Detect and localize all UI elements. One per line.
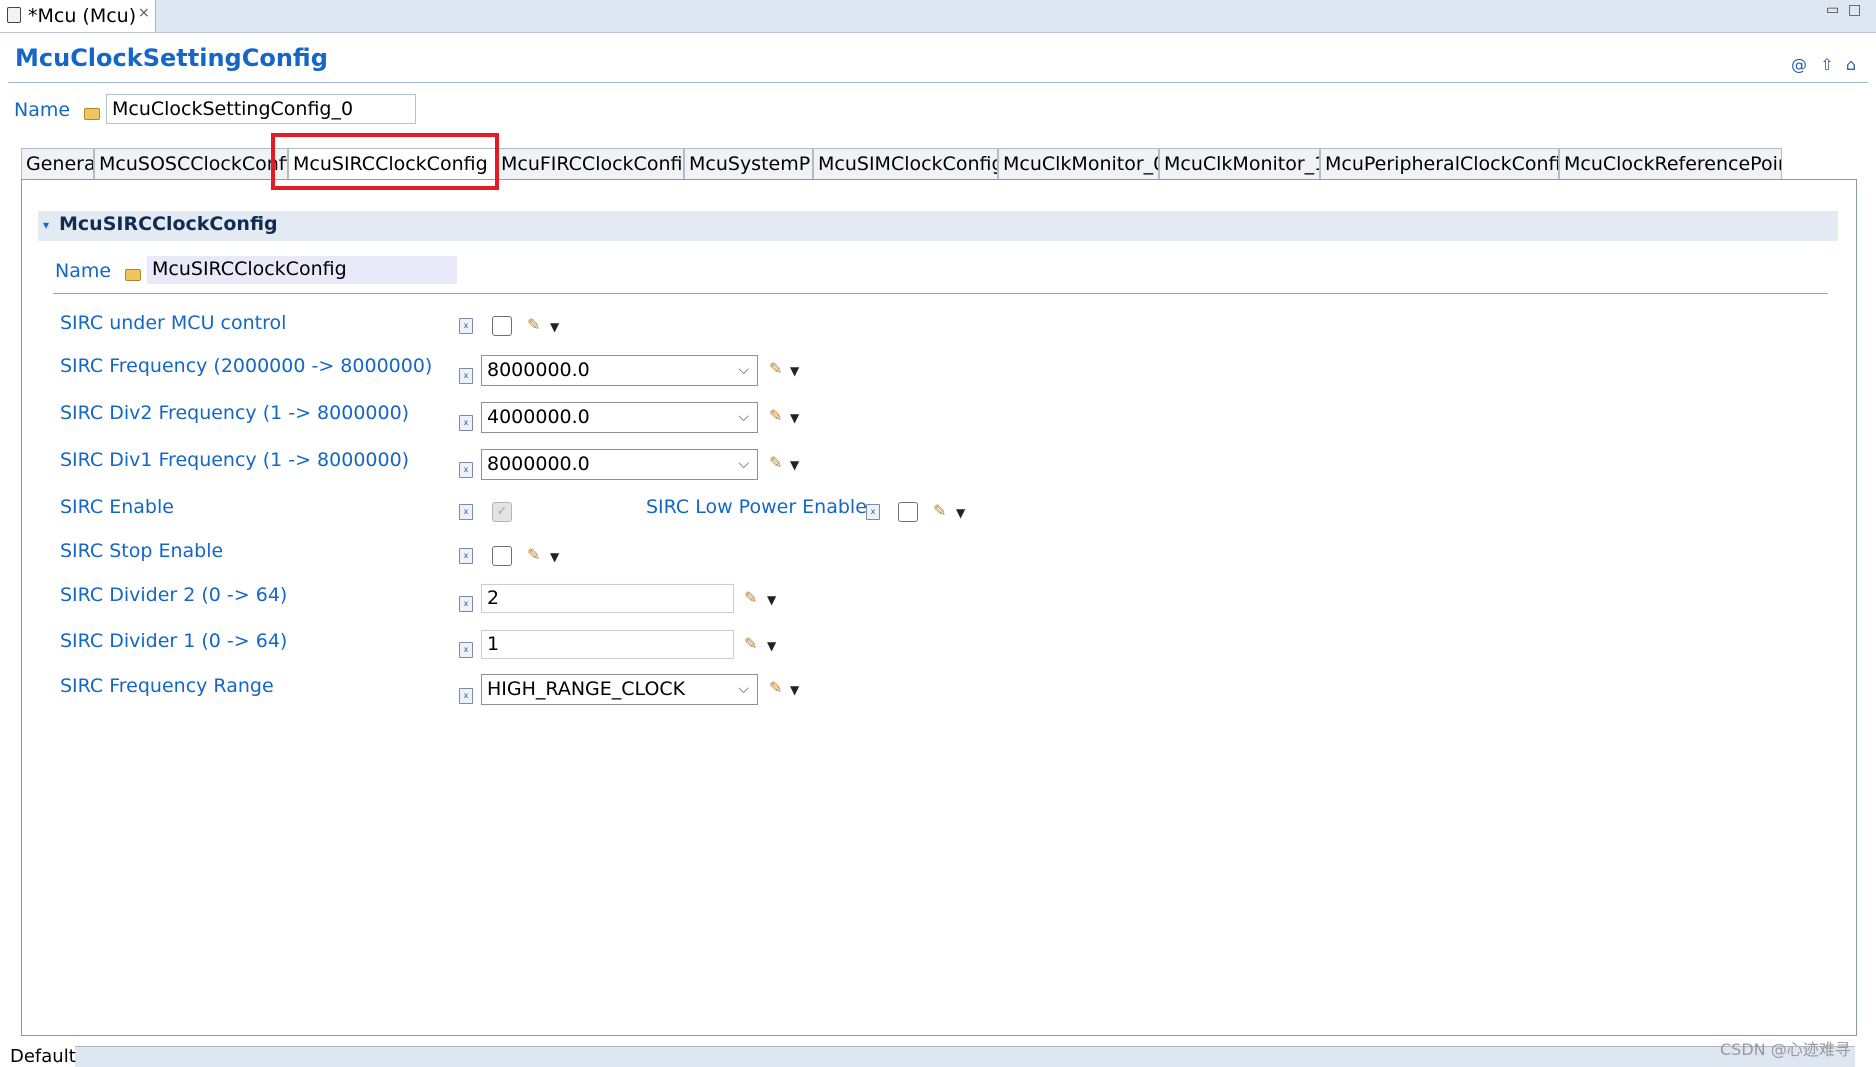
tab-default[interactable]: Default	[10, 1046, 76, 1067]
sirc-div1-frequency-combo[interactable]: 8000000.0 ⌵	[481, 449, 758, 480]
sirc-divider-1-label: SIRC Divider 1 (0 -> 64)	[60, 630, 288, 652]
sirc-divider-2-label: SIRC Divider 2 (0 -> 64)	[60, 584, 288, 606]
param-type-icon: x	[459, 368, 473, 384]
chevron-down-icon[interactable]: ⌵	[738, 675, 749, 704]
section-folder-icon	[125, 269, 141, 281]
mcu-editor-icon	[7, 7, 21, 23]
dropdown-icon[interactable]: ▼	[550, 320, 559, 334]
sirc-divider-2-input[interactable]: 2	[481, 584, 734, 613]
minimize-icon[interactable]: ▭	[1826, 2, 1839, 18]
highlight-annotation	[271, 133, 499, 190]
param-type-icon: x	[459, 415, 473, 431]
param-type-icon: x	[459, 642, 473, 658]
page-title: McuClockSettingConfig	[15, 44, 328, 72]
pencil-icon[interactable]: ✎	[769, 359, 782, 378]
param-type-icon: x	[459, 596, 473, 612]
param-type-icon: x	[459, 688, 473, 704]
sirc-frequency-range-combo[interactable]: HIGH_RANGE_CLOCK ⌵	[481, 674, 758, 705]
collapse-arrow-icon[interactable]: ▾	[43, 218, 49, 232]
sirc-enable-checkbox[interactable]: ✓	[492, 502, 512, 522]
at-icon[interactable]: @	[1790, 56, 1808, 74]
sirc-frequency-label: SIRC Frequency (2000000 -> 8000000)	[60, 355, 433, 377]
close-icon[interactable]: ×	[138, 5, 150, 21]
editor-tab-title: *Mcu (Mcu)	[28, 5, 137, 27]
dropdown-icon[interactable]: ▼	[767, 639, 776, 653]
editor-tab-mcu[interactable]: *Mcu (Mcu) ×	[0, 0, 156, 32]
pencil-icon[interactable]: ✎	[527, 545, 540, 564]
sirc-low-power-enable-label: SIRC Low Power Enable	[646, 496, 867, 518]
bottom-tab-bar	[75, 1046, 1855, 1067]
sirc-frequency-range-label: SIRC Frequency Range	[60, 675, 274, 697]
title-divider	[8, 82, 1868, 83]
tab-general[interactable]: General	[21, 148, 94, 180]
dropdown-icon[interactable]: ▼	[790, 411, 799, 425]
chevron-down-icon[interactable]: ⌵	[738, 450, 749, 479]
pencil-icon[interactable]: ✎	[769, 453, 782, 472]
dropdown-icon[interactable]: ▼	[790, 364, 799, 378]
pencil-icon[interactable]: ✎	[769, 678, 782, 697]
pencil-icon[interactable]: ✎	[527, 315, 540, 334]
sirc-div2-frequency-value: 4000000.0	[487, 406, 590, 428]
param-type-icon: x	[459, 462, 473, 478]
sirc-low-power-enable-checkbox[interactable]	[898, 502, 918, 522]
section-divider	[53, 293, 1828, 294]
param-type-icon: x	[459, 318, 473, 334]
param-type-icon: x	[459, 504, 473, 520]
sirc-frequency-range-value: HIGH_RANGE_CLOCK	[487, 678, 686, 700]
up-arrow-icon[interactable]: ⇧	[1818, 56, 1836, 74]
editor-tab-strip	[0, 0, 1876, 33]
dropdown-icon[interactable]: ▼	[956, 506, 965, 520]
section-title: McuSIRCClockConfig	[59, 213, 278, 235]
dropdown-icon[interactable]: ▼	[790, 683, 799, 697]
sirc-div2-frequency-label: SIRC Div2 Frequency (1 -> 8000000)	[60, 402, 410, 424]
sirc-frequency-combo[interactable]: 8000000.0 ⌵	[481, 355, 758, 386]
tab-mcusystempll[interactable]: McuSystemPll	[684, 148, 813, 180]
folder-icon	[84, 108, 100, 120]
chevron-down-icon[interactable]: ⌵	[738, 403, 749, 432]
maximize-icon[interactable]: □	[1848, 2, 1861, 18]
tab-mcusoscclockconfig[interactable]: McuSOSCClockConfig	[94, 148, 288, 180]
tab-mcusimclockconfig[interactable]: McuSIMClockConfig	[813, 148, 998, 180]
tab-mcuclkmonitor-0[interactable]: McuClkMonitor_0	[998, 148, 1159, 180]
pencil-icon[interactable]: ✎	[769, 406, 782, 425]
sirc-stop-enable-label: SIRC Stop Enable	[60, 540, 224, 562]
pencil-icon[interactable]: ✎	[933, 501, 946, 520]
chevron-down-icon[interactable]: ⌵	[738, 356, 749, 385]
sirc-under-mcu-control-label: SIRC under MCU control	[60, 312, 287, 334]
pencil-icon[interactable]: ✎	[744, 588, 757, 607]
sirc-div1-frequency-value: 8000000.0	[487, 453, 590, 475]
tab-content-frame	[21, 179, 1857, 1036]
param-type-icon: x	[866, 504, 880, 520]
sirc-under-mcu-control-checkbox[interactable]	[492, 316, 512, 336]
tab-mcufircclockconfig[interactable]: McuFIRCClockConfig	[496, 148, 684, 180]
home-icon[interactable]: ⌂	[1842, 56, 1860, 74]
config-name-input[interactable]: McuClockSettingConfig_0	[106, 94, 416, 124]
sirc-div2-frequency-combo[interactable]: 4000000.0 ⌵	[481, 402, 758, 433]
tab-mcuclkmonitor-1[interactable]: McuClkMonitor_1	[1159, 148, 1320, 180]
sirc-frequency-value: 8000000.0	[487, 359, 590, 381]
param-type-icon: x	[459, 548, 473, 564]
dropdown-icon[interactable]: ▼	[550, 550, 559, 564]
name-label: Name	[14, 99, 71, 121]
section-name-label: Name	[55, 260, 112, 282]
tab-mcuclockreferencepoint[interactable]: McuClockReferencePoint	[1559, 148, 1782, 180]
section-header[interactable]	[38, 211, 1838, 241]
sirc-stop-enable-checkbox[interactable]	[492, 546, 512, 566]
sirc-div1-frequency-label: SIRC Div1 Frequency (1 -> 8000000)	[60, 449, 410, 471]
sirc-divider-1-input[interactable]: 1	[481, 630, 734, 659]
watermark: CSDN @心迹难寻	[1720, 1040, 1851, 1059]
section-name-input[interactable]: McuSIRCClockConfig	[147, 256, 457, 284]
tab-mcuperipheralclockconfig[interactable]: McuPeripheralClockConfig	[1320, 148, 1559, 180]
sirc-enable-label: SIRC Enable	[60, 496, 174, 518]
dropdown-icon[interactable]: ▼	[790, 458, 799, 472]
pencil-icon[interactable]: ✎	[744, 634, 757, 653]
dropdown-icon[interactable]: ▼	[767, 593, 776, 607]
